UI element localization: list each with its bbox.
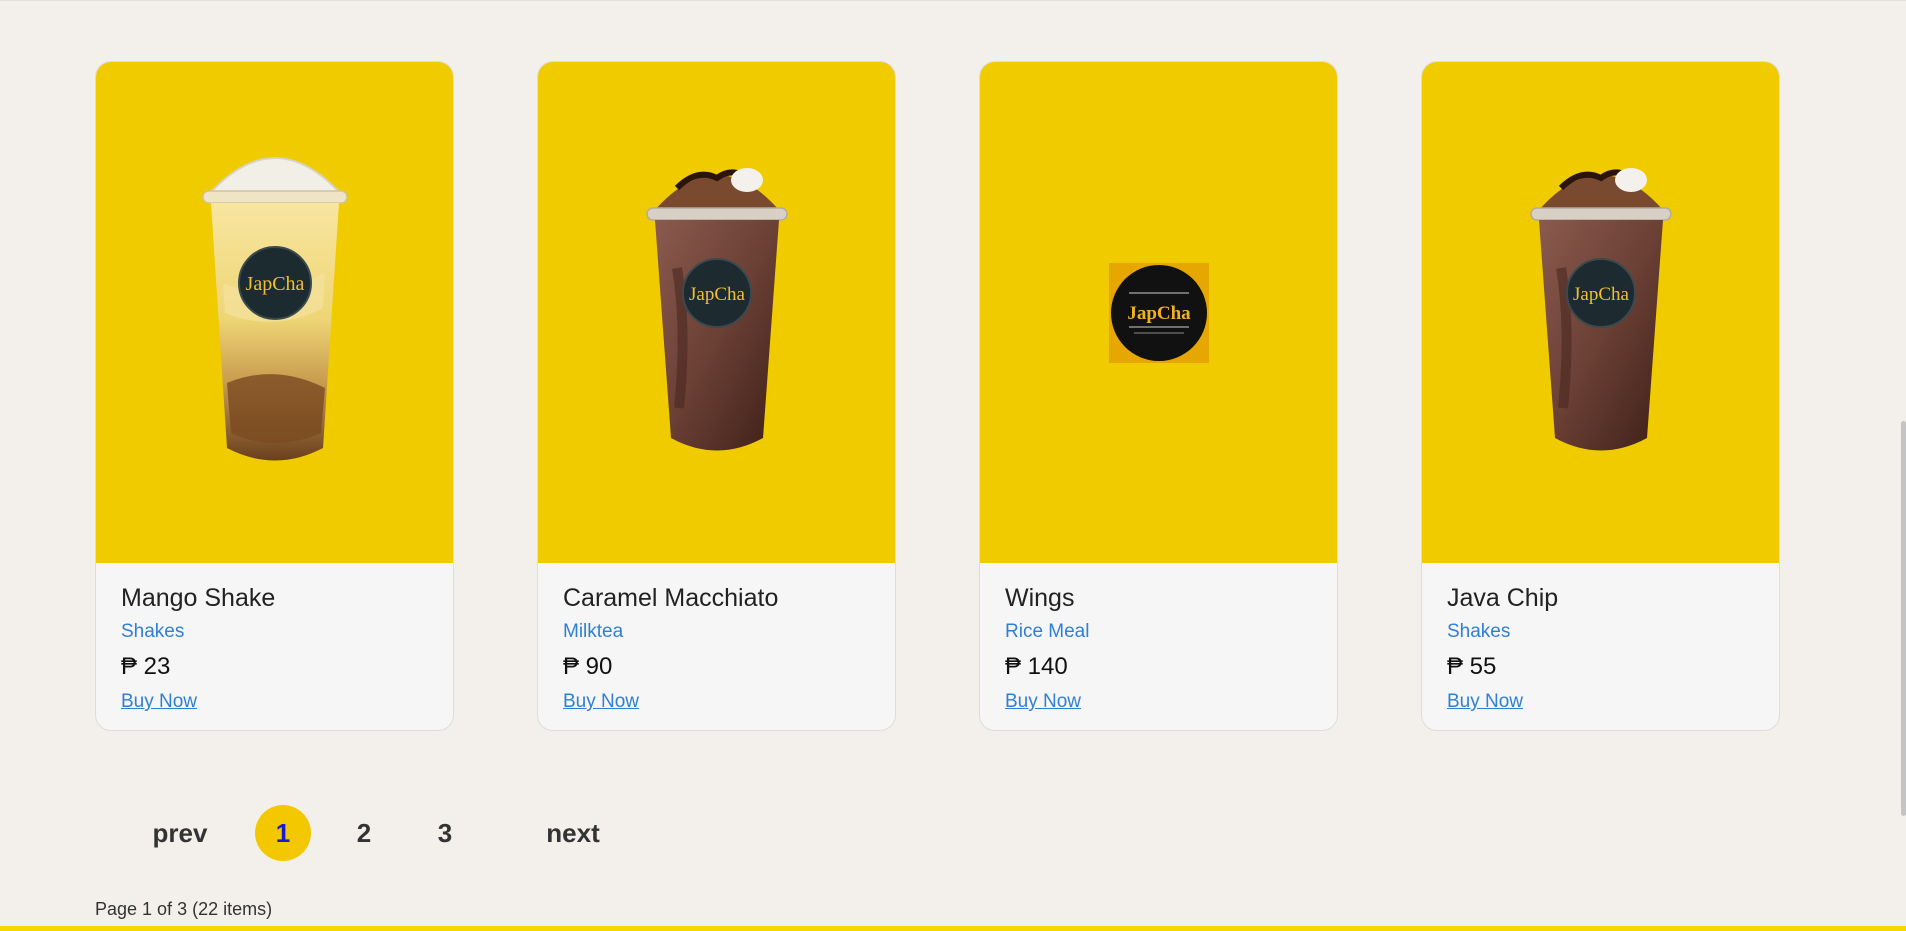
product-info: Caramel Macchiato Milktea ₱ 90 Buy Now bbox=[538, 563, 895, 713]
product-price: ₱ 23 bbox=[121, 653, 171, 680]
mango-shake-cup-image: JapCha bbox=[201, 156, 348, 460]
logo-text: JapCha bbox=[1127, 303, 1191, 324]
product-info: Mango Shake Shakes ₱ 23 Buy Now bbox=[96, 563, 453, 713]
product-card[interactable]: JapCha Java Chip Shakes ₱ 55 Buy Now bbox=[1421, 61, 1780, 731]
vertical-scrollbar[interactable] bbox=[1901, 421, 1906, 816]
product-category-link[interactable]: Milktea bbox=[563, 621, 870, 643]
product-card[interactable]: JapCha Mango Shake Shakes ₱ 23 Buy Now bbox=[95, 61, 454, 731]
product-image[interactable]: JapCha bbox=[980, 62, 1337, 563]
product-category-link[interactable]: Shakes bbox=[121, 621, 428, 643]
product-info: Wings Rice Meal ₱ 140 Buy Now bbox=[980, 563, 1337, 713]
product-name: Wings bbox=[1005, 584, 1075, 612]
buy-now-link[interactable]: Buy Now bbox=[1005, 691, 1081, 713]
pagination: prev 1 2 3 next bbox=[130, 805, 623, 861]
product-price: ₱ 140 bbox=[1005, 653, 1068, 680]
product-info: Java Chip Shakes ₱ 55 Buy Now bbox=[1422, 563, 1779, 713]
product-category-link[interactable]: Rice Meal bbox=[1005, 621, 1312, 643]
product-name: Java Chip bbox=[1447, 584, 1559, 612]
page-1-button[interactable]: 1 bbox=[255, 805, 311, 861]
prev-page-button[interactable]: prev bbox=[130, 818, 230, 849]
product-listing-page: JapCha Mango Shake Shakes ₱ 23 Buy Now J… bbox=[0, 0, 1906, 931]
product-category-link[interactable]: Shakes bbox=[1447, 621, 1754, 643]
product-card[interactable]: JapCha Wings Rice Meal ₱ 140 Buy Now bbox=[979, 61, 1338, 731]
product-image[interactable]: JapCha bbox=[96, 62, 453, 563]
chocolate-shake-cup-image: JapCha bbox=[645, 167, 788, 450]
page-2-button[interactable]: 2 bbox=[336, 805, 392, 861]
product-grid: JapCha Mango Shake Shakes ₱ 23 Buy Now J… bbox=[95, 61, 1780, 731]
logo-text: JapCha bbox=[1573, 284, 1630, 305]
chocolate-shake-cup-image: JapCha bbox=[1529, 167, 1672, 450]
pagination-info: Page 1 of 3 (22 items) bbox=[95, 899, 273, 919]
bottom-accent-bar bbox=[0, 926, 1906, 931]
product-price: ₱ 55 bbox=[1447, 653, 1497, 680]
japcha-logo-image: JapCha bbox=[1108, 262, 1209, 363]
buy-now-link[interactable]: Buy Now bbox=[1447, 691, 1523, 713]
product-image[interactable]: JapCha bbox=[538, 62, 895, 563]
product-name: Mango Shake bbox=[121, 584, 276, 612]
page-3-button[interactable]: 3 bbox=[417, 805, 473, 861]
product-price: ₱ 90 bbox=[563, 653, 613, 680]
buy-now-link[interactable]: Buy Now bbox=[563, 691, 639, 713]
next-page-button[interactable]: next bbox=[523, 818, 623, 849]
product-card[interactable]: JapCha Caramel Macchiato Milktea ₱ 90 Bu… bbox=[537, 61, 896, 731]
buy-now-link[interactable]: Buy Now bbox=[121, 691, 197, 713]
logo-text: JapCha bbox=[245, 273, 304, 295]
product-image[interactable]: JapCha bbox=[1422, 62, 1779, 563]
logo-text: JapCha bbox=[689, 284, 746, 305]
product-name: Caramel Macchiato bbox=[563, 584, 779, 612]
